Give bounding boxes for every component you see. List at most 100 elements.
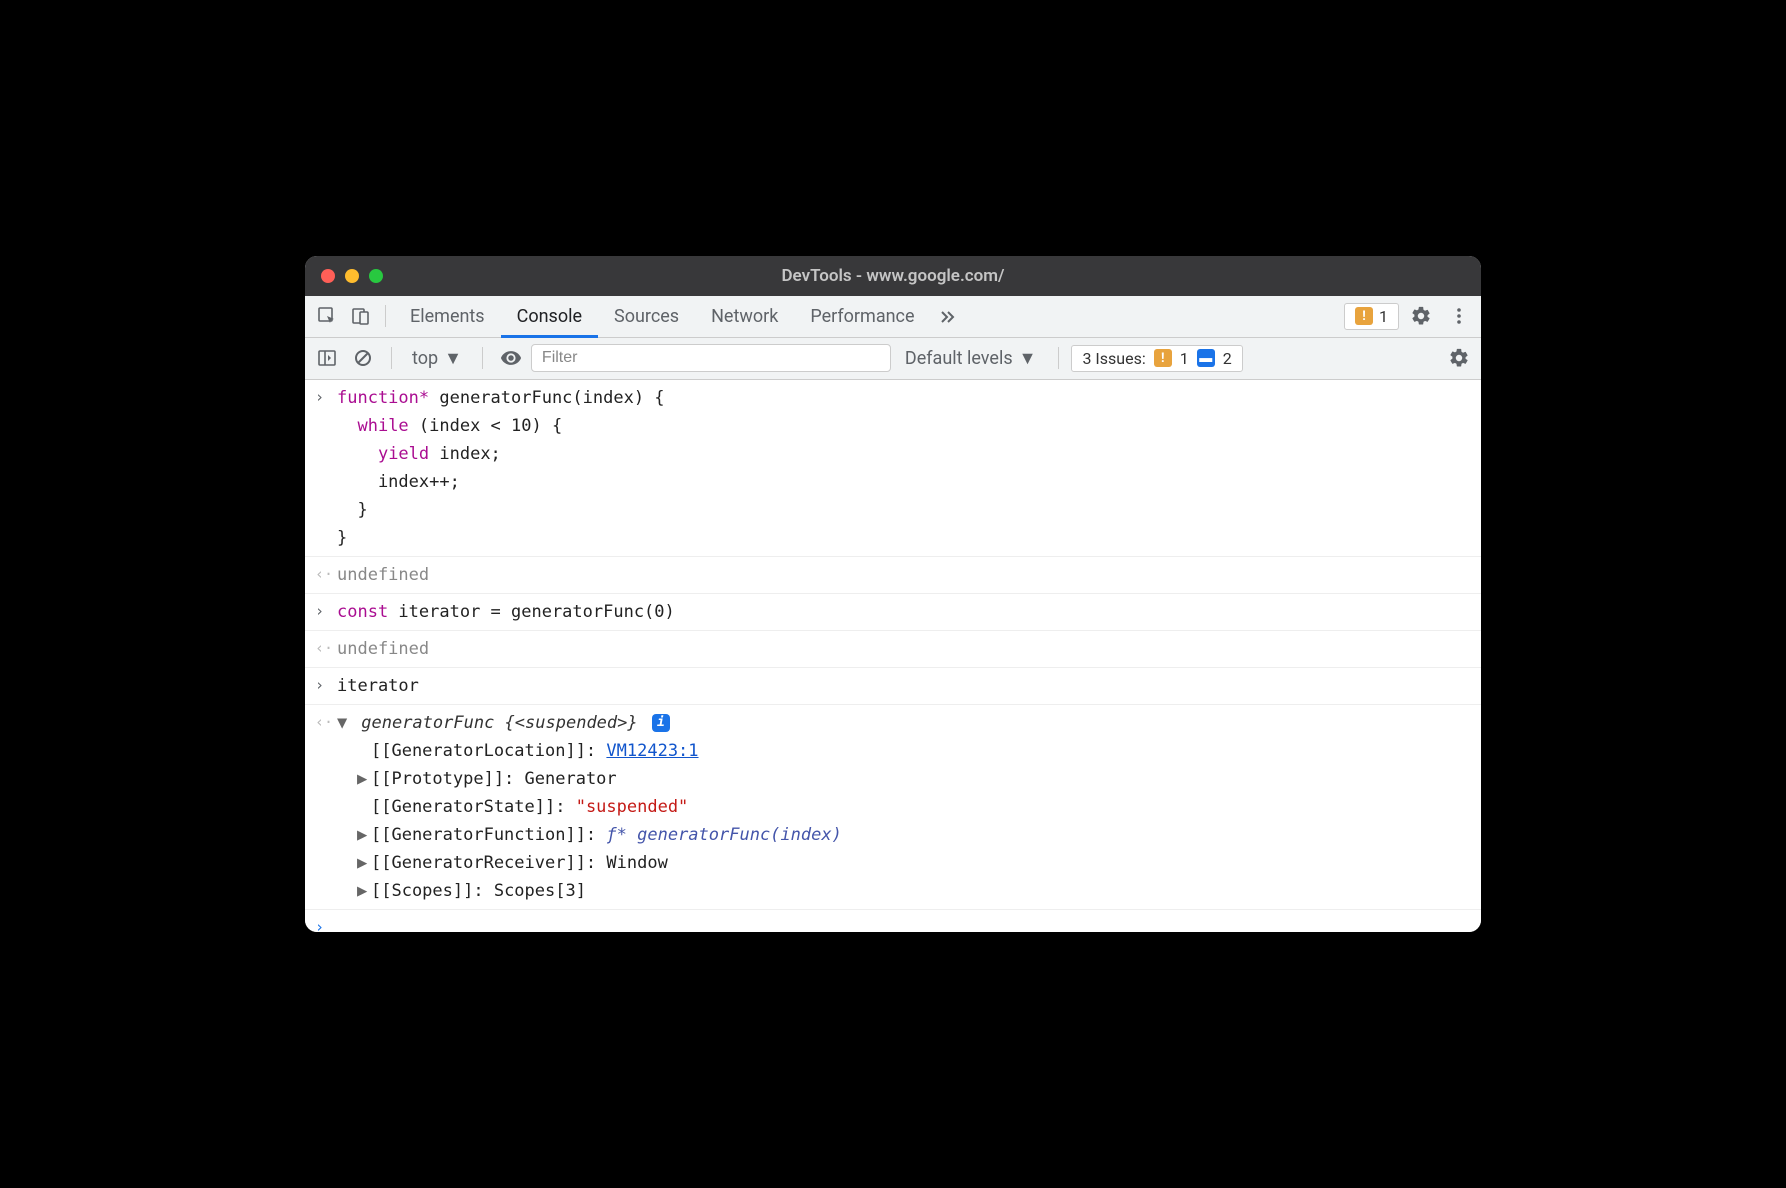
input-marker-icon: › — [315, 599, 324, 624]
console-input-row[interactable]: › const iterator = generatorFunc(0) — [305, 594, 1481, 631]
warning-icon: ! — [1154, 349, 1172, 367]
chevron-down-icon: ▼ — [444, 348, 462, 369]
disclosure-triangle-icon[interactable]: ▼ — [337, 709, 351, 737]
object-name: generatorFunc — [361, 713, 504, 733]
divider — [385, 305, 386, 327]
brace: } — [627, 713, 637, 733]
log-level-label: Default levels — [905, 348, 1013, 369]
disclosure-triangle-icon[interactable]: ▶ — [357, 877, 371, 905]
clear-console-icon[interactable] — [347, 342, 379, 374]
prop-key: [[Prototype]]: — [371, 769, 525, 789]
source-link[interactable]: VM12423:1 — [606, 741, 698, 761]
brace: { — [505, 713, 515, 733]
object-property[interactable]: ▶[[Scopes]]: Scopes[3] — [357, 877, 1481, 905]
console-input-row[interactable]: › function* generatorFunc(index) { while… — [305, 380, 1481, 557]
console-output-row: ‹· undefined — [305, 631, 1481, 668]
maximize-window-button[interactable] — [369, 269, 383, 283]
prop-key: [[GeneratorState]]: — [371, 797, 576, 817]
close-window-button[interactable] — [321, 269, 335, 283]
object-property[interactable]: [[GeneratorState]]: "suspended" — [357, 793, 1481, 821]
prop-value: Window — [606, 853, 667, 873]
code-keyword: function* — [337, 388, 429, 408]
prop-key: [[Scopes]]: — [371, 881, 494, 901]
minimize-window-button[interactable] — [345, 269, 359, 283]
spacer — [357, 793, 371, 821]
code-text: iterator = generatorFunc(0) — [388, 602, 675, 622]
chevron-down-icon: ▼ — [1019, 348, 1037, 369]
code-keyword: yield — [378, 444, 429, 464]
log-level-select[interactable]: Default levels ▼ — [895, 348, 1047, 369]
object-property[interactable]: ▶[[GeneratorReceiver]]: Window — [357, 849, 1481, 877]
console-output-row: ‹· ▼ generatorFunc {<suspended>} i [[Gen… — [305, 705, 1481, 910]
code-text — [337, 416, 357, 436]
console-output-row: ‹· undefined — [305, 557, 1481, 594]
more-tabs-icon[interactable] — [931, 300, 963, 332]
code-keyword: while — [357, 416, 408, 436]
warnings-badge[interactable]: ! 1 — [1344, 303, 1399, 330]
prop-value: "suspended" — [576, 797, 689, 817]
tab-sources[interactable]: Sources — [598, 295, 695, 337]
object-property[interactable]: ▶[[GeneratorFunction]]: ƒ* generatorFunc… — [357, 821, 1481, 849]
live-expression-icon[interactable] — [495, 342, 527, 374]
code-text: } — [337, 496, 1481, 524]
code-keyword: const — [337, 602, 388, 622]
object-property[interactable]: [[GeneratorLocation]]: VM12423:1 — [357, 737, 1481, 765]
code-text: } — [337, 524, 1481, 552]
inspect-element-icon[interactable] — [311, 300, 343, 332]
prop-key: [[GeneratorReceiver]]: — [371, 853, 606, 873]
input-marker-icon: › — [315, 673, 324, 698]
warning-count: 1 — [1379, 307, 1388, 326]
warning-icon: ! — [1355, 307, 1373, 325]
input-marker-icon: › — [315, 385, 324, 410]
tab-elements[interactable]: Elements — [394, 295, 501, 337]
context-label: top — [412, 348, 438, 369]
device-toolbar-icon[interactable] — [345, 300, 377, 332]
prop-value: Scopes[3] — [494, 881, 586, 901]
kebab-menu-icon[interactable] — [1443, 300, 1475, 332]
code-text: (index < 10) { — [409, 416, 563, 436]
info-icon[interactable]: i — [652, 714, 670, 732]
prop-key: [[GeneratorFunction]]: — [371, 825, 606, 845]
disclosure-triangle-icon[interactable]: ▶ — [357, 821, 371, 849]
disclosure-triangle-icon[interactable]: ▶ — [357, 765, 371, 793]
titlebar: DevTools - www.google.com/ — [305, 256, 1481, 296]
console-input-row[interactable]: › iterator — [305, 668, 1481, 705]
issues-badge[interactable]: 3 Issues: ! 1 ▬ 2 — [1071, 345, 1242, 372]
prop-key: [[GeneratorLocation]]: — [371, 741, 606, 761]
prop-value: generatorFunc(index) — [637, 825, 842, 845]
sidebar-toggle-icon[interactable] — [311, 342, 343, 374]
output-marker-icon: ‹· — [315, 710, 333, 735]
object-state: <suspended> — [515, 713, 628, 733]
main-tabbar: Elements Console Sources Network Perform… — [305, 296, 1481, 338]
tab-performance[interactable]: Performance — [794, 295, 930, 337]
undefined-value: undefined — [337, 565, 429, 585]
output-marker-icon: ‹· — [315, 562, 333, 587]
spacer — [357, 737, 371, 765]
object-property[interactable]: ▶[[Prototype]]: Generator — [357, 765, 1481, 793]
devtools-window: DevTools - www.google.com/ Elements Cons… — [305, 256, 1481, 933]
tab-console[interactable]: Console — [501, 295, 598, 337]
disclosure-triangle-icon[interactable]: ▶ — [357, 849, 371, 877]
fn-marker: ƒ* — [606, 825, 637, 845]
issues-label: 3 Issues: — [1082, 349, 1145, 368]
console-toolbar: top ▼ Default levels ▼ 3 Issues: ! 1 ▬ 2 — [305, 338, 1481, 380]
tab-network[interactable]: Network — [695, 295, 794, 337]
prompt-marker-icon: › — [315, 915, 324, 932]
window-title: DevTools - www.google.com/ — [305, 266, 1481, 286]
code-text: generatorFunc(index) { — [429, 388, 664, 408]
divider — [391, 347, 392, 369]
output-marker-icon: ‹· — [315, 636, 333, 661]
context-select[interactable]: top ▼ — [404, 348, 470, 369]
issues-info-count: 2 — [1223, 349, 1232, 368]
console-body: › function* generatorFunc(index) { while… — [305, 380, 1481, 933]
console-settings-icon[interactable] — [1443, 342, 1475, 374]
settings-icon[interactable] — [1405, 300, 1437, 332]
console-prompt[interactable]: › — [305, 910, 1481, 932]
divider — [1058, 347, 1059, 369]
traffic-lights — [305, 269, 383, 283]
prop-value: Generator — [525, 769, 617, 789]
info-icon: ▬ — [1197, 349, 1215, 367]
filter-input[interactable] — [531, 344, 891, 372]
code-text: index++; — [337, 468, 1481, 496]
code-text — [337, 444, 378, 464]
